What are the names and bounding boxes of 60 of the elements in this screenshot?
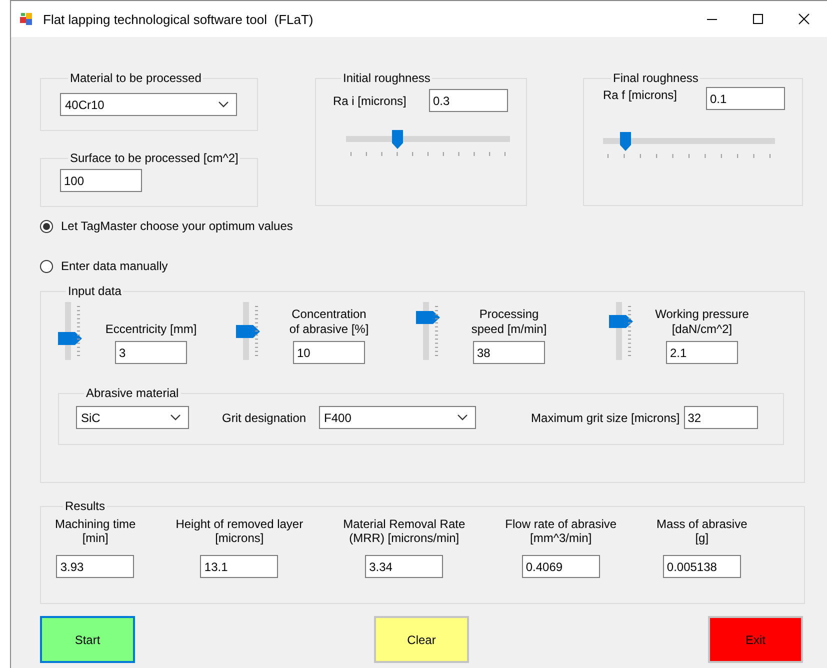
input-field[interactable]: 0.005138	[662, 555, 741, 578]
slider-thumb[interactable]	[620, 132, 632, 151]
field-label: Mass of abrasive [g]	[656, 517, 748, 545]
radio-label: Enter data manually	[61, 259, 168, 273]
dropdown[interactable]: SiC	[76, 406, 189, 429]
input-field[interactable]: 32	[684, 406, 758, 429]
window-title: Flat lapping technological software tool (FLaT)	[43, 12, 314, 26]
group-title: Initial roughness	[342, 71, 432, 85]
group-title: Abrasive material	[85, 386, 180, 400]
dropdown[interactable]: F400	[319, 406, 476, 429]
group-title: Material to be processed	[69, 71, 202, 85]
input-field[interactable]: 3.34	[365, 555, 444, 578]
input-field[interactable]: 100	[60, 169, 142, 192]
input-field[interactable]: 0.3	[429, 89, 508, 112]
tick-marks	[77, 306, 81, 356]
dropdown[interactable]: 40Cr10	[60, 93, 237, 116]
chevron-icon	[218, 101, 229, 108]
field-label: Ra f [microns]	[603, 88, 678, 102]
input-field[interactable]: 3	[115, 341, 187, 364]
radio-button[interactable]	[40, 260, 53, 272]
tick-marks	[255, 306, 259, 356]
action-button[interactable]: Exit	[708, 616, 803, 663]
group-title: Final roughness	[612, 71, 700, 85]
input-field[interactable]: 0.4069	[522, 555, 600, 578]
input-field[interactable]: 10	[293, 341, 365, 364]
action-button[interactable]: Start	[40, 616, 135, 663]
field-label: Material Removal Rate (MRR) [microns/min]	[343, 517, 466, 545]
chevron-icon	[170, 414, 181, 421]
field-label: Grit designation	[222, 410, 306, 424]
input-field[interactable]: 13.1	[200, 555, 278, 578]
radio-button[interactable]	[40, 220, 53, 232]
input-field[interactable]: 2.1	[666, 341, 738, 364]
slider-thumb[interactable]	[236, 325, 260, 338]
tick-marks	[435, 306, 439, 356]
group-title: Surface to be processed [cm^2]	[69, 151, 240, 165]
action-button[interactable]: Clear	[374, 616, 469, 663]
field-label: Ra i [microns]	[333, 94, 408, 108]
tick-marks	[628, 306, 632, 356]
group-title: Results	[64, 499, 106, 513]
field-label: Flow rate of abrasive [mm^3/min]	[505, 517, 617, 545]
field-label: Machining time [min]	[55, 517, 136, 545]
group-title: Input data	[67, 284, 122, 298]
close-icon[interactable]	[798, 13, 810, 25]
input-field[interactable]: 38	[473, 341, 545, 364]
app-icon	[19, 11, 35, 27]
field-label: Concentration of abrasive [%]	[289, 307, 369, 337]
maximize-icon[interactable]	[752, 13, 764, 25]
input-field[interactable]: 3.93	[56, 555, 134, 578]
slider-thumb[interactable]	[609, 314, 633, 328]
field-label: Height of removed layer [microns]	[176, 517, 304, 545]
chevron-icon	[457, 414, 468, 421]
field-label: Eccentricity [mm]	[105, 322, 197, 337]
input-field[interactable]: 0.1	[706, 87, 785, 110]
radio-label: Let TagMaster choose your optimum values	[61, 219, 293, 233]
field-label: Processing speed [m/min]	[471, 307, 547, 337]
slider-thumb[interactable]	[58, 332, 82, 345]
field-label: Maximum grit size [microns]	[531, 410, 680, 424]
slider-thumb[interactable]	[392, 130, 403, 149]
field-label: Working pressure [daN/cm^2]	[655, 307, 749, 337]
slider-thumb[interactable]	[416, 310, 440, 324]
